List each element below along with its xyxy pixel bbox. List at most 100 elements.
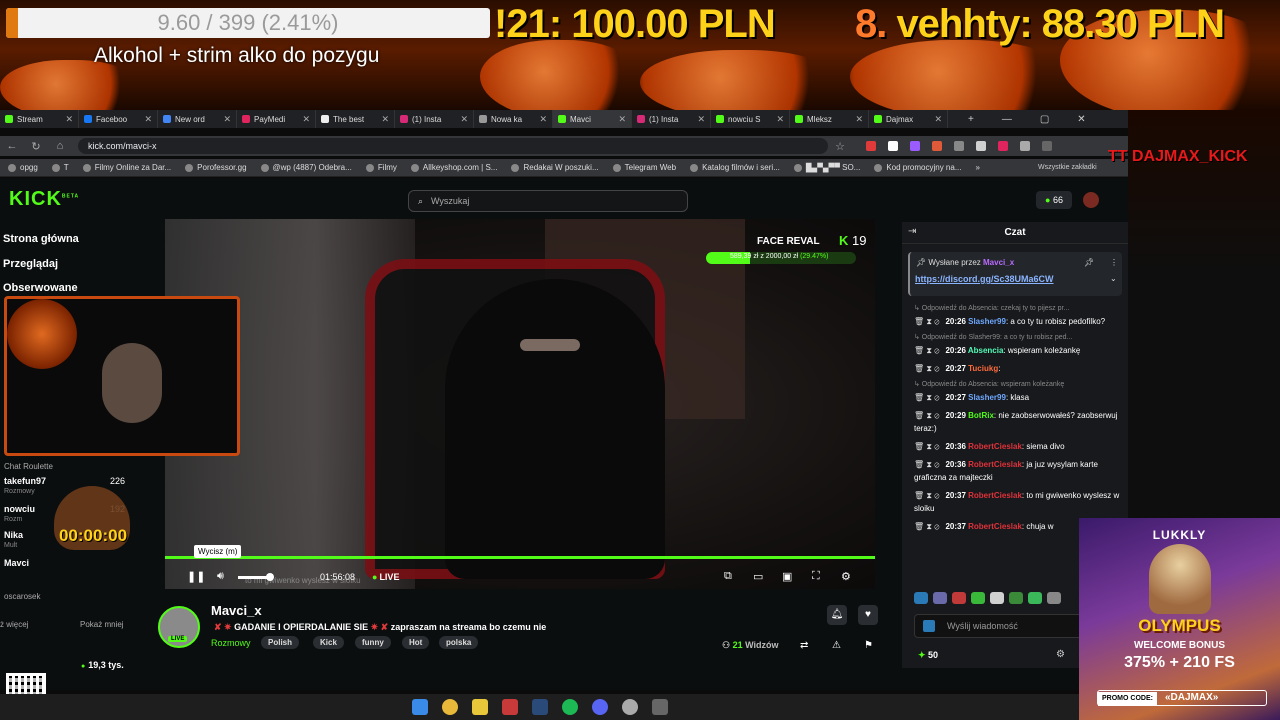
bookmark-item[interactable]: Porofessor.gg xyxy=(185,163,247,172)
moderation-icons[interactable]: 🗑︎ ⧗ ⊘ xyxy=(914,364,939,373)
reload-icon[interactable]: ↻ xyxy=(24,140,48,153)
moderation-icons[interactable]: 🗑︎ ⧗ ⊘ xyxy=(914,522,939,531)
chat-username[interactable]: BotRix xyxy=(968,411,994,420)
browser-tab[interactable]: Faceboo ✕ xyxy=(79,110,158,128)
pip-icon[interactable]: ▣ xyxy=(782,570,792,583)
browser-tab[interactable]: Mavci ✕ xyxy=(553,110,632,128)
bookmark-item[interactable]: opgg xyxy=(8,163,38,172)
emote-icon[interactable] xyxy=(933,592,947,604)
sidebar-last-channel[interactable]: oscarosek xyxy=(4,592,40,601)
moderation-icons[interactable]: 🗑︎ ⧗ ⊘ xyxy=(914,346,939,355)
following-channel[interactable]: Nika xyxy=(4,530,23,540)
back-icon[interactable]: ← xyxy=(0,140,24,152)
bookmark-item[interactable]: Filmy xyxy=(365,163,397,172)
close-tab-icon[interactable]: ✕ xyxy=(65,114,73,125)
home-icon[interactable]: ⌂ xyxy=(48,140,72,152)
settings-gear-icon[interactable]: ⚙ xyxy=(841,570,851,583)
chat-username[interactable]: Absencia xyxy=(968,346,1004,355)
chat-message[interactable]: 🗑︎ ⧗ ⊘ 20:29 BotRix: nie zaobserwowałeś? … xyxy=(914,409,1120,435)
bookmark-item[interactable]: Redakai W poszuki... xyxy=(511,163,599,172)
pause-icon[interactable]: ❚❚ xyxy=(187,570,205,583)
bookmark-item[interactable]: █▄▀▄▀▀ SO... xyxy=(793,163,860,172)
following-channel[interactable]: Mavci xyxy=(4,558,29,568)
share-icon[interactable]: ⇄ xyxy=(800,640,808,651)
close-tab-icon[interactable]: ✕ xyxy=(697,114,705,125)
browser-tab[interactable]: (1) Insta ✕ xyxy=(632,110,711,128)
bookmarks-overflow-icon[interactable]: » xyxy=(976,163,980,172)
chrome-icon[interactable] xyxy=(441,699,458,715)
browser-tab[interactable]: PayMedi ✕ xyxy=(237,110,316,128)
chat-message[interactable]: 🗑︎ ⧗ ⊘ 20:26 Slasher99: a co ty tu robisz… xyxy=(914,315,1120,328)
emote-icon[interactable] xyxy=(971,592,985,604)
live-progress-bar[interactable] xyxy=(165,556,875,559)
sidebar-home[interactable]: Strona główna xyxy=(3,233,79,245)
chat-message[interactable]: 🗑︎ ⧗ ⊘ 20:37 RobertCieslak: to mi gwiwenk… xyxy=(914,489,1120,515)
extension-icon[interactable] xyxy=(888,141,898,151)
extension-icon[interactable] xyxy=(998,141,1008,151)
chat-username[interactable]: RobertCieslak xyxy=(968,522,1022,531)
chat-message[interactable]: 🗑︎ ⧗ ⊘ 20:36 RobertCieslak: ja juz wysyla… xyxy=(914,458,1120,484)
stream-category[interactable]: Rozmowy xyxy=(211,638,251,648)
collapse-chat-icon[interactable]: ⇥ xyxy=(908,226,916,237)
extension-icon[interactable] xyxy=(866,141,876,151)
chat-points[interactable]: ✦ 50 xyxy=(918,650,938,661)
notification-bell-button[interactable]: 🔔︎ xyxy=(827,605,847,625)
maximize-icon[interactable]: ▢ xyxy=(1040,114,1049,125)
close-tab-icon[interactable]: ✕ xyxy=(302,114,310,125)
emote-icon[interactable] xyxy=(1047,592,1061,604)
chat-message[interactable]: 🗑︎ ⧗ ⊘ 20:36 RobertCieslak: siema divo xyxy=(914,440,1120,453)
chat-username[interactable]: Tuciukg xyxy=(968,364,998,373)
stream-tag[interactable]: polska xyxy=(439,636,479,649)
close-tab-icon[interactable]: ✕ xyxy=(223,114,231,125)
clip-icon[interactable]: ⧉ xyxy=(724,570,732,583)
pinned-link[interactable]: https://discord.gg/Sc38UMa6CW xyxy=(915,274,1054,284)
chat-settings-icon[interactable]: ⚙ xyxy=(1056,649,1065,660)
following-channel[interactable]: takefun97 xyxy=(4,476,46,486)
discord-icon[interactable] xyxy=(591,699,608,715)
close-tab-icon[interactable]: ✕ xyxy=(934,114,942,125)
bookmark-item[interactable]: T xyxy=(51,163,69,172)
extensions-puzzle-icon[interactable] xyxy=(1020,141,1030,151)
moderation-icons[interactable]: 🗑︎ ⧗ ⊘ xyxy=(914,442,939,451)
theater-mode-icon[interactable]: ▭ xyxy=(753,570,763,583)
sidebar-following[interactable]: Obserwowane xyxy=(3,282,78,294)
close-tab-icon[interactable]: ✕ xyxy=(381,114,389,125)
chat-username[interactable]: Slasher99 xyxy=(968,393,1006,402)
close-tab-icon[interactable]: ✕ xyxy=(539,114,547,125)
moderation-icons[interactable]: 🗑︎ ⧗ ⊘ xyxy=(914,491,939,500)
live-indicator[interactable]: LIVE xyxy=(372,572,399,582)
chevron-down-icon[interactable]: ⌄ xyxy=(1110,274,1117,283)
bookmark-item[interactable]: Allkeyshop.com | S... xyxy=(410,163,497,172)
emote-icon[interactable] xyxy=(914,592,928,604)
chat-username[interactable]: RobertCieslak xyxy=(968,491,1022,500)
moderation-icons[interactable]: 🗑︎ ⧗ ⊘ xyxy=(914,411,939,420)
browser-tab[interactable]: New ord ✕ xyxy=(158,110,237,128)
close-tab-icon[interactable]: ✕ xyxy=(460,114,468,125)
close-tab-icon[interactable]: ✕ xyxy=(776,114,784,125)
streamer-name[interactable]: Mavci_x xyxy=(211,603,262,618)
user-avatar[interactable] xyxy=(1083,192,1099,208)
moderation-icons[interactable]: 🗑︎ ⧗ ⊘ xyxy=(914,460,939,469)
chat-username[interactable]: RobertCieslak xyxy=(968,442,1022,451)
extension-icon[interactable] xyxy=(932,141,942,151)
browser-tab[interactable]: nowciu S ✕ xyxy=(711,110,790,128)
following-channel[interactable]: nowciu xyxy=(4,504,35,514)
close-window-icon[interactable]: ✕ xyxy=(1077,114,1085,125)
app-icon[interactable] xyxy=(651,699,668,715)
emoji-picker-icon[interactable] xyxy=(923,620,935,632)
browser-tab[interactable]: (1) Insta ✕ xyxy=(395,110,474,128)
all-bookmarks[interactable]: Wszystkie zakładki xyxy=(1038,164,1097,171)
browser-tab[interactable]: Dajmax ✕ xyxy=(869,110,948,128)
browser-tab[interactable]: Mleksz ✕ xyxy=(790,110,869,128)
extension-icon[interactable] xyxy=(910,141,920,151)
windows-start-icon[interactable] xyxy=(411,699,428,715)
sidebar-browse[interactable]: Przeglądaj xyxy=(3,258,58,270)
points-badge[interactable]: ● 66 xyxy=(1036,191,1072,209)
unpin-icon[interactable]: 📌︎ xyxy=(1084,258,1094,267)
chat-message[interactable]: 🗑︎ ⧗ ⊘ 20:27 Tuciukg: xyxy=(914,362,1120,375)
show-less-link[interactable]: Pokaż mniej xyxy=(80,620,124,629)
stream-tag[interactable]: Hot xyxy=(402,636,430,649)
bookmark-item[interactable]: @wp (4887) Odebra... xyxy=(260,163,352,172)
close-tab-icon[interactable]: ✕ xyxy=(618,114,626,125)
steam-icon[interactable] xyxy=(531,699,548,715)
